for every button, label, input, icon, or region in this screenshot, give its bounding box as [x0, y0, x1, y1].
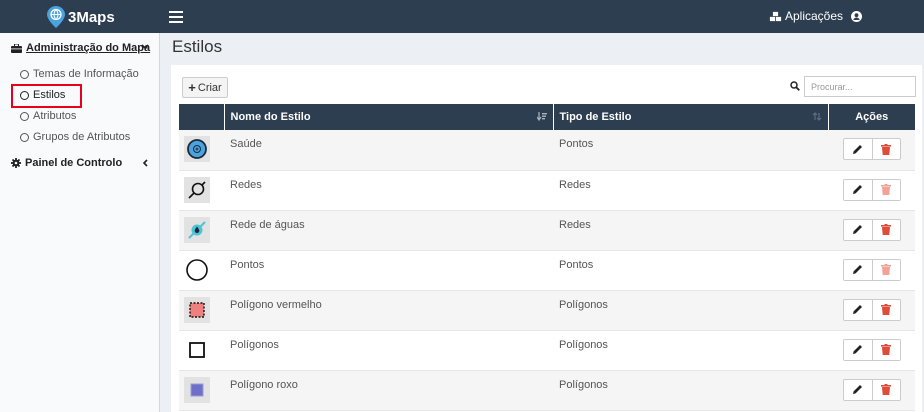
pencil-icon	[853, 185, 862, 194]
sidebar-item-label: Temas de Informação	[33, 68, 139, 80]
delete-button[interactable]	[871, 379, 900, 400]
style-name: Polígono vermelho	[230, 298, 322, 311]
applications-menu[interactable]: Aplicações	[769, 9, 843, 23]
column-header-name[interactable]: Nome do Estilo	[224, 104, 554, 130]
style-type: Polígonos	[559, 298, 608, 311]
circle-icon	[20, 111, 29, 121]
table-header-row: Nome do Estilo Tipo de Estilo Ações	[179, 104, 915, 130]
table-row: Pontos Pontos	[179, 250, 915, 290]
sidebar-item-grupos-atributos[interactable]: Grupos de Atributos	[20, 131, 130, 143]
sidebar-item-temas[interactable]: Temas de Informação	[20, 68, 139, 80]
chevron-down-icon[interactable]	[141, 44, 149, 50]
column-header-actions: Ações	[855, 111, 889, 123]
edit-button[interactable]	[844, 180, 872, 200]
column-header-symbol	[179, 104, 225, 130]
app-logo[interactable]: 3Maps	[47, 5, 115, 29]
delete-button[interactable]	[871, 139, 900, 159]
briefcase-icon	[11, 43, 22, 53]
circle-icon	[20, 69, 29, 79]
plus-icon: +	[188, 80, 196, 95]
user-icon[interactable]	[851, 11, 862, 22]
app-name: 3Maps	[68, 8, 115, 26]
red-polygon-symbol-icon	[184, 296, 210, 323]
table-row: Saúde Pontos	[179, 130, 915, 170]
sidebar-section-admin[interactable]: Administração do Mapa	[11, 42, 150, 54]
sidebar-section-control-label: Painel de Controlo	[25, 157, 123, 169]
style-type: Pontos	[559, 138, 594, 150]
trash-icon	[881, 143, 891, 155]
sidebar-section-control-panel[interactable]: Painel de Controlo	[11, 157, 122, 169]
style-type: Polígonos	[559, 338, 608, 351]
style-name: Polígono roxo	[230, 378, 298, 391]
delete-button[interactable]	[871, 299, 900, 320]
cubes-icon	[769, 10, 782, 22]
gear-icon	[11, 158, 21, 168]
sidebar-item-label: Grupos de Atributos	[33, 131, 131, 143]
pencil-icon	[853, 305, 862, 314]
chevron-left-icon[interactable]	[142, 159, 148, 167]
circle-icon	[20, 132, 29, 142]
style-name: Redes	[230, 178, 262, 191]
point-circle-symbol-icon	[184, 256, 210, 283]
network-symbol-icon	[184, 176, 210, 203]
trash-icon	[881, 184, 891, 195]
style-name: Pontos	[230, 258, 265, 271]
health-point-symbol-icon	[184, 136, 210, 162]
pencil-icon	[853, 345, 862, 354]
trash-icon	[881, 304, 891, 315]
style-name: Polígonos	[230, 338, 279, 351]
trash-icon	[881, 344, 891, 355]
page-title: Estilos	[172, 37, 223, 56]
polygon-outline-symbol-icon	[184, 336, 210, 363]
style-type: Redes	[559, 218, 591, 231]
sidebar-section-admin-label: Administração do Mapa	[26, 42, 151, 54]
pencil-icon	[853, 144, 862, 154]
table-row: Polígono vermelho Polígonos	[179, 290, 915, 330]
sort-desc-icon	[536, 112, 547, 121]
column-header-type-label: Tipo de Estilo	[559, 111, 632, 123]
sidebar-item-label: Atributos	[33, 110, 77, 122]
trash-icon	[881, 264, 891, 275]
create-button[interactable]: + Criar	[182, 77, 228, 98]
style-name: Saúde	[230, 138, 262, 150]
sort-icon	[812, 112, 821, 121]
pencil-icon	[853, 225, 862, 234]
applications-label: Aplicações	[785, 9, 844, 23]
style-type: Pontos	[559, 258, 594, 271]
pencil-icon	[853, 265, 862, 274]
delete-button-disabled[interactable]	[871, 259, 900, 280]
table-row: Polígonos Polígonos	[179, 330, 915, 370]
highlight-box-estilos	[11, 84, 82, 108]
edit-button[interactable]	[844, 340, 872, 360]
water-network-symbol-icon	[184, 216, 210, 243]
edit-button[interactable]	[844, 220, 872, 240]
menu-toggle-button[interactable]	[169, 8, 183, 24]
delete-button-disabled[interactable]	[871, 179, 900, 200]
table-row: Polígono roxo Polígonos	[179, 370, 915, 410]
column-header-name-label: Nome do Estilo	[230, 111, 311, 123]
table-row: Rede de águas Redes	[179, 210, 915, 250]
delete-button[interactable]	[871, 219, 900, 240]
edit-button[interactable]	[844, 260, 872, 280]
trash-icon	[881, 224, 891, 235]
edit-button[interactable]	[844, 139, 872, 159]
trash-icon	[881, 384, 891, 395]
style-type: Redes	[559, 178, 591, 191]
edit-button[interactable]	[844, 380, 872, 400]
column-header-type[interactable]: Tipo de Estilo	[553, 104, 829, 130]
edit-button[interactable]	[844, 300, 872, 320]
sidebar-item-atributos[interactable]: Atributos	[20, 110, 76, 122]
map-pin-logo-icon	[47, 6, 65, 28]
styles-table: Nome do Estilo Tipo de Estilo Ações Saúd…	[179, 104, 915, 411]
search-icon	[790, 81, 800, 91]
table-row: Redes Redes	[179, 170, 915, 210]
search-input[interactable]	[804, 76, 916, 97]
style-name: Rede de águas	[230, 218, 305, 231]
create-button-label: Criar	[197, 81, 222, 94]
purple-polygon-symbol-icon	[184, 376, 210, 403]
style-type: Polígonos	[559, 378, 608, 391]
pencil-icon	[853, 385, 862, 394]
delete-button[interactable]	[871, 339, 900, 360]
top-navbar: 3Maps Aplicações	[0, 0, 924, 33]
